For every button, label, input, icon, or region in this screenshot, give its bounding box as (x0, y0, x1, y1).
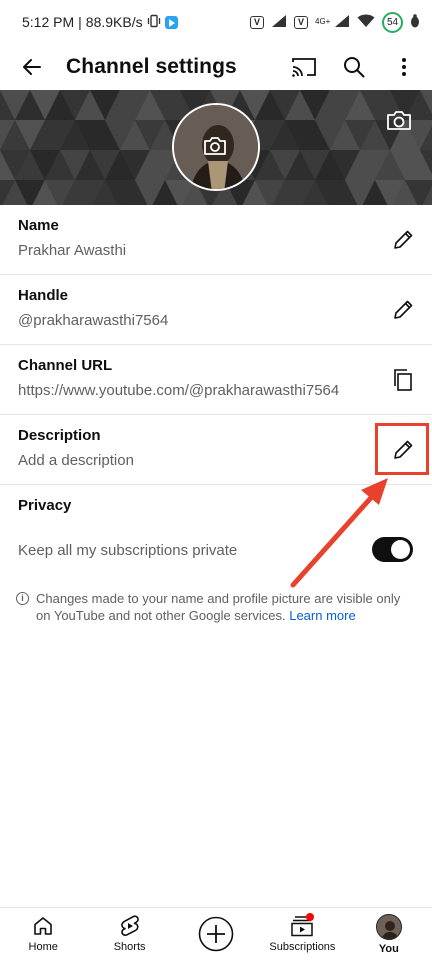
private-subscriptions-toggle[interactable] (372, 537, 413, 562)
app-notification-icon (164, 15, 178, 29)
description-value[interactable]: Add a description (18, 452, 134, 469)
nav-shorts[interactable]: Shorts (86, 908, 172, 960)
network-type: 4G+ (315, 17, 331, 26)
app-header: Channel settings (0, 44, 432, 90)
vibrate-icon (147, 14, 161, 31)
channel-url-row: Channel URL https://www.youtube.com/@pra… (0, 345, 432, 415)
handle-row: Handle @prakharawasthi7564 (0, 275, 432, 345)
search-icon (344, 57, 365, 78)
notification-badge (305, 913, 314, 921)
bottom-navigation: Home Shorts Subscriptions You (0, 907, 432, 960)
cast-icon (292, 58, 316, 77)
toggle-knob (391, 540, 410, 559)
edit-name-button[interactable] (388, 225, 418, 255)
search-button[interactable] (334, 47, 374, 87)
volte-icon-2: V (294, 15, 308, 29)
pencil-icon (394, 300, 413, 319)
status-time: 5:12 PM (22, 14, 75, 30)
status-bar: 5:12 PM | 88.9KB/s V V 4G+ 54 (0, 0, 432, 44)
add-icon (198, 916, 234, 952)
annotation-highlight-box (375, 423, 429, 475)
pencil-icon (394, 230, 413, 249)
name-label: Name (18, 217, 59, 234)
nav-home-label: Home (28, 941, 58, 953)
name-row: Name Prakhar Awasthi (0, 205, 432, 275)
nav-shorts-label: Shorts (113, 941, 146, 953)
nav-home[interactable]: Home (0, 908, 86, 960)
info-note: i Changes made to your name and profile … (16, 590, 416, 624)
channel-banner[interactable] (0, 90, 432, 205)
status-speed: 88.9KB/s (85, 14, 143, 30)
you-avatar (375, 914, 402, 940)
cast-button[interactable] (284, 47, 324, 87)
signal-icon-2 (334, 14, 350, 31)
more-vert-icon (402, 58, 406, 76)
shorts-icon (117, 914, 143, 938)
channel-url-label: Channel URL (18, 357, 113, 374)
wifi-icon (357, 14, 375, 31)
copy-icon (394, 369, 412, 391)
privacy-title: Privacy (18, 497, 72, 514)
learn-more-link[interactable]: Learn more (289, 608, 355, 623)
handle-label: Handle (18, 287, 69, 304)
create-button[interactable] (173, 908, 259, 960)
name-value: Prakhar Awasthi (18, 242, 127, 259)
handle-value: @prakharawasthi7564 (18, 312, 169, 329)
channel-url-value: https://www.youtube.com/@prakharawasthi7… (18, 382, 340, 399)
description-row: Description Add a description (0, 415, 432, 485)
more-options-button[interactable] (384, 47, 424, 87)
banner-camera-icon[interactable] (386, 110, 414, 134)
nav-you-label: You (378, 943, 399, 955)
signal-icon (271, 14, 287, 31)
back-arrow-icon (23, 59, 41, 75)
volte-icon: V (250, 15, 264, 29)
page-title: Channel settings (66, 55, 237, 78)
home-icon (30, 914, 56, 938)
nav-subscriptions[interactable]: Subscriptions (259, 908, 345, 960)
nav-subscriptions-label: Subscriptions (269, 941, 336, 953)
battery-icon: 54 (382, 11, 403, 33)
edit-handle-button[interactable] (388, 295, 418, 325)
info-icon: i (16, 592, 29, 605)
description-label: Description (18, 427, 101, 444)
copy-url-button[interactable] (388, 365, 418, 395)
private-subscriptions-label: Keep all my subscriptions private (18, 542, 238, 559)
avatar-camera-icon[interactable] (203, 136, 227, 161)
nav-you[interactable]: You (346, 908, 432, 960)
back-button[interactable] (10, 45, 54, 89)
bug-icon (410, 13, 420, 31)
